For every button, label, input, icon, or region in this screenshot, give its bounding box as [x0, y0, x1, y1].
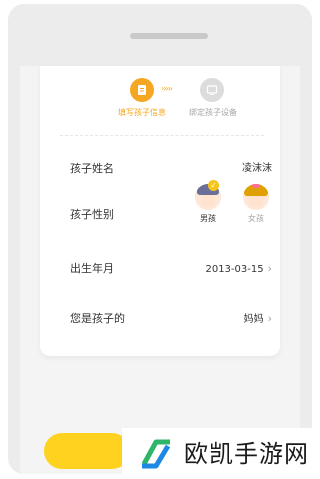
- step-arrows: ›››››: [161, 84, 173, 93]
- step-fill-info: 填写孩子信息: [118, 108, 166, 117]
- gender-girl-label: 女孩: [248, 214, 264, 223]
- progress-steps: ››››› 填写孩子信息 绑定孩子设备: [40, 72, 280, 124]
- relation-value-wrap: 妈妈 ›: [244, 312, 272, 327]
- relation-row[interactable]: 您是孩子的 妈妈 ›: [40, 308, 280, 328]
- birth-date-value-wrap: 2013-03-15 ›: [205, 262, 272, 277]
- child-gender-row: 孩子性别 ✓ 男孩 女孩: [40, 180, 280, 266]
- birth-date-value: 2013-03-15: [205, 264, 264, 275]
- edit-form-icon: [130, 78, 154, 102]
- child-gender-label: 孩子性别: [70, 208, 114, 221]
- watermark-text: 欧凯手游网: [184, 440, 309, 468]
- birth-date-label: 出生年月: [70, 262, 114, 275]
- chevron-right-icon: ›: [267, 312, 272, 325]
- girl-avatar-icon: [243, 184, 269, 210]
- chevron-right-icon: ›: [267, 262, 272, 275]
- selected-check-icon: ✓: [208, 180, 219, 191]
- child-name-label: 孩子姓名: [70, 162, 114, 175]
- step-bind-device: 绑定孩子设备: [189, 108, 237, 117]
- child-name-row[interactable]: 孩子姓名 凌沫沫: [40, 158, 280, 178]
- next-button[interactable]: [44, 433, 130, 469]
- relation-value: 妈妈: [243, 314, 264, 325]
- relation-label: 您是孩子的: [70, 312, 125, 325]
- app-screen: ››››› 填写孩子信息 绑定孩子设备 孩子姓名 凌沫沫 孩子性别 ✓ 男孩 女…: [20, 66, 300, 474]
- device-icon: [200, 78, 224, 102]
- gender-option-boy[interactable]: ✓ 男孩: [188, 180, 228, 238]
- watermark-logo-icon: [141, 439, 171, 469]
- phone-speaker: [130, 33, 208, 39]
- phone-frame: ››››› 填写孩子信息 绑定孩子设备 孩子姓名 凌沫沫 孩子性别 ✓ 男孩 女…: [8, 4, 312, 474]
- child-info-card: ››››› 填写孩子信息 绑定孩子设备 孩子姓名 凌沫沫 孩子性别 ✓ 男孩 女…: [40, 66, 280, 356]
- divider: [60, 135, 264, 136]
- gender-boy-label: 男孩: [200, 214, 216, 223]
- watermark: 欧凯手游网: [122, 428, 320, 479]
- child-name-value[interactable]: 凌沫沫: [242, 162, 272, 176]
- gender-option-girl[interactable]: 女孩: [236, 184, 276, 238]
- birth-date-row[interactable]: 出生年月 2013-03-15 ›: [40, 258, 280, 278]
